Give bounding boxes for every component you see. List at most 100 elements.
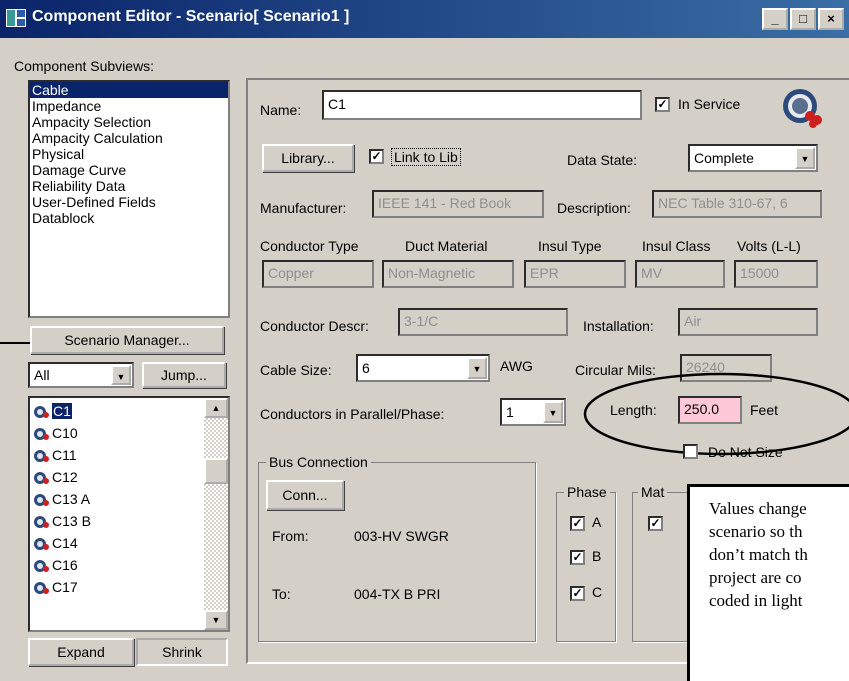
- check-icon: ✓: [657, 97, 668, 111]
- subview-item[interactable]: Physical: [30, 146, 228, 162]
- library-button[interactable]: Library...: [262, 144, 354, 172]
- cable-icon: [34, 560, 49, 573]
- volts-label: Volts (L-L): [737, 238, 801, 254]
- component-name: C13 B: [52, 513, 91, 529]
- minimize-button[interactable]: _: [762, 8, 788, 30]
- name-input[interactable]: C1: [322, 90, 642, 120]
- cable-icon: [34, 472, 49, 485]
- phase-c-checkbox[interactable]: ✓: [570, 586, 585, 601]
- mat-group-label: Mat: [638, 484, 668, 500]
- chevron-down-icon[interactable]: ▼: [111, 365, 131, 385]
- subview-item[interactable]: Ampacity Calculation: [30, 130, 228, 146]
- components-list[interactable]: C1 C10 C11 C12 C13 A C13 B C14 C16 C17 ▲ ▼: [28, 396, 230, 632]
- component-list-item[interactable]: C14: [32, 532, 204, 554]
- component-name: C11: [52, 447, 77, 463]
- subview-item[interactable]: Cable: [30, 82, 228, 98]
- conductor-descr-field: 3-1/C: [398, 308, 568, 336]
- window-title: Component Editor - Scenario[ Scenario1 ]: [32, 8, 350, 25]
- component-name: C1: [52, 403, 72, 419]
- check-icon: ✓: [371, 149, 382, 163]
- cable-size-select[interactable]: 6 ▼: [356, 354, 490, 382]
- in-service-checkbox[interactable]: ✓: [655, 97, 670, 112]
- maximize-button[interactable]: □: [790, 8, 816, 30]
- to-value: 004-TX B PRI: [354, 586, 441, 602]
- phase-b-checkbox[interactable]: ✓: [570, 550, 585, 565]
- name-label: Name:: [260, 102, 302, 118]
- component-name: C17: [52, 579, 78, 595]
- insul-type-label: Insul Type: [538, 238, 602, 254]
- close-button[interactable]: ×: [818, 8, 844, 30]
- callout-line: Values change: [709, 499, 807, 518]
- phase-a-checkbox[interactable]: ✓: [570, 516, 585, 531]
- components-scrollbar[interactable]: ▲ ▼: [204, 398, 228, 630]
- data-state-value: Complete: [694, 150, 754, 166]
- phase-a-label: A: [592, 514, 602, 530]
- subview-item[interactable]: Reliability Data: [30, 178, 228, 194]
- component-list-item[interactable]: C12: [32, 466, 204, 488]
- cable-icon: [34, 494, 49, 507]
- manufacturer-field: IEEE 141 - Red Book: [372, 190, 544, 218]
- chevron-down-icon[interactable]: ▼: [543, 401, 563, 423]
- parallel-value: 1: [506, 404, 514, 420]
- chevron-down-icon[interactable]: ▼: [795, 147, 815, 169]
- conductor-descr-label: Conductor Descr:: [260, 318, 369, 334]
- subview-item[interactable]: User-Defined Fields: [30, 194, 228, 210]
- from-value: 003-HV SWGR: [354, 528, 449, 544]
- component-list-item[interactable]: C17: [32, 576, 204, 598]
- conn-button[interactable]: Conn...: [266, 480, 344, 510]
- cable-icon: [34, 516, 49, 529]
- subview-item[interactable]: Ampacity Selection: [30, 114, 228, 130]
- scroll-thumb[interactable]: [204, 458, 228, 484]
- chevron-down-icon[interactable]: ▼: [467, 357, 487, 379]
- callout-line: project are co: [709, 568, 802, 587]
- do-not-size-label: Do Not Size: [708, 444, 783, 460]
- to-label: To:: [272, 586, 291, 602]
- pointer-line: [0, 342, 30, 344]
- jump-button[interactable]: Jump...: [142, 362, 226, 388]
- component-list-item[interactable]: C16: [32, 554, 204, 576]
- app-icon: [6, 9, 26, 27]
- callout-line: scenario so th: [709, 522, 803, 541]
- phase-group: [556, 492, 616, 642]
- cable-icon: [34, 450, 49, 463]
- component-list-item[interactable]: C1: [32, 400, 204, 422]
- conductor-type-label: Conductor Type: [260, 238, 359, 254]
- expand-button[interactable]: Expand: [28, 638, 134, 666]
- check-icon: ✓: [572, 550, 583, 564]
- component-name: C14: [52, 535, 78, 551]
- shrink-button[interactable]: Shrink: [136, 638, 228, 666]
- title-bar[interactable]: Component Editor - Scenario[ Scenario1 ]…: [0, 0, 849, 38]
- cable-size-value: 6: [362, 360, 370, 376]
- parallel-select[interactable]: 1 ▼: [500, 398, 566, 426]
- check-icon: ✓: [650, 516, 661, 530]
- phase-b-label: B: [592, 548, 602, 564]
- conductor-type-field: Copper: [262, 260, 374, 288]
- annotation-callout: Values change scenario so th don’t match t…: [687, 484, 849, 681]
- component-list-item[interactable]: C13 A: [32, 488, 204, 510]
- link-to-lib-checkbox[interactable]: ✓: [369, 149, 384, 164]
- scroll-down-icon[interactable]: ▼: [204, 610, 228, 630]
- component-name: C12: [52, 469, 78, 485]
- cable-icon: [34, 406, 49, 419]
- component-list-item[interactable]: C10: [32, 422, 204, 444]
- component-name: C13 A: [52, 491, 91, 507]
- data-state-select[interactable]: Complete ▼: [688, 144, 818, 172]
- parallel-label: Conductors in Parallel/Phase:: [260, 406, 445, 422]
- subview-item[interactable]: Damage Curve: [30, 162, 228, 178]
- filter-select[interactable]: All ▼: [28, 362, 134, 388]
- component-name: C10: [52, 425, 78, 441]
- subview-item[interactable]: Datablock: [30, 210, 228, 226]
- mat-checkbox[interactable]: ✓: [648, 516, 663, 531]
- component-list-item[interactable]: C13 B: [32, 510, 204, 532]
- duct-material-field: Non-Magnetic: [382, 260, 514, 288]
- scenario-manager-button[interactable]: Scenario Manager...: [30, 326, 224, 354]
- subviews-list[interactable]: Cable Impedance Ampacity Selection Ampacity…: [28, 80, 230, 318]
- component-list-item[interactable]: C11: [32, 444, 204, 466]
- data-state-label: Data State:: [567, 152, 638, 168]
- subview-item[interactable]: Impedance: [30, 98, 228, 114]
- scroll-up-icon[interactable]: ▲: [204, 398, 228, 418]
- do-not-size-checkbox[interactable]: [683, 444, 698, 459]
- cable-icon: [34, 428, 49, 441]
- awg-label: AWG: [500, 358, 533, 374]
- insul-class-label: Insul Class: [642, 238, 711, 254]
